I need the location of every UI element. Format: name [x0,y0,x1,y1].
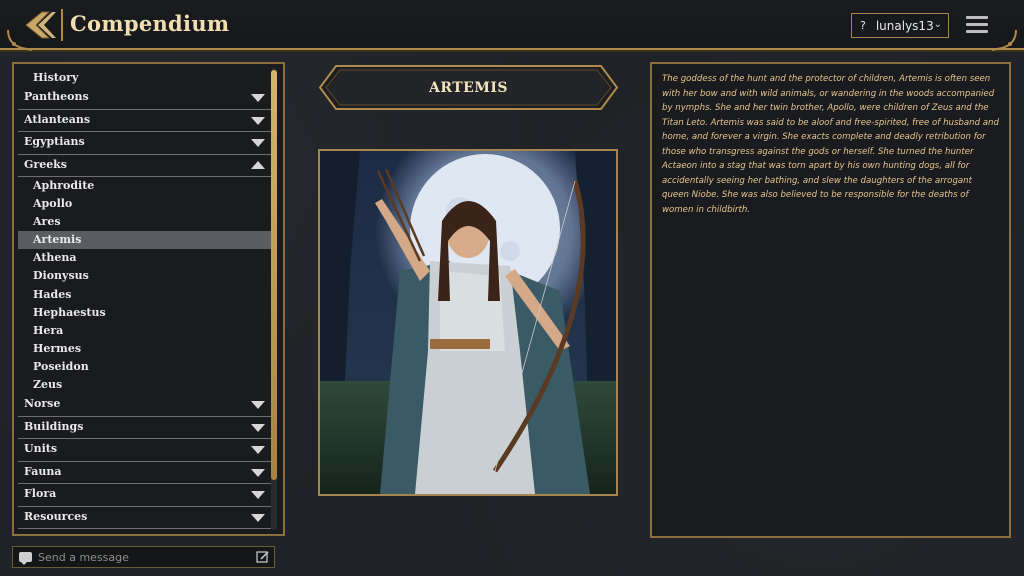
nav-category-units[interactable]: Units [18,439,271,462]
nav-item-apollo-label: Apollo [33,197,73,211]
nav-item-poseidon[interactable]: Poseidon [18,358,271,376]
chevron-down-icon [251,116,265,125]
chevron-down-icon [251,423,265,432]
god-description: The goddess of the hunt and the protecto… [662,74,999,215]
nav-item-hera-label: Hera [33,323,64,337]
nav-item-history[interactable]: History [18,68,271,87]
compendium-nav-panel: History Pantheons Atlanteans Egyptians Greek… [12,62,285,536]
corner-ornament-icon [991,30,1017,51]
nav-category-pantheons-label: Pantheons [24,90,89,103]
nav-category-atlanteans[interactable]: Atlanteans [18,110,271,132]
nav-category-norse-label: Norse [24,397,61,411]
nav-scrollbar[interactable] [271,68,277,530]
nav-item-aphrodite-label: Aphrodite [33,179,95,192]
chevron-down-icon [251,446,265,455]
nav-category-fauna[interactable]: Fauna [18,462,271,485]
chevron-down-icon [251,401,265,410]
nav-category-buildings[interactable]: Buildings [18,417,271,440]
nav-category-flora[interactable]: Flora [18,484,271,507]
hamburger-menu-icon[interactable] [966,16,988,34]
nav-item-hermes[interactable]: Hermes [18,340,271,358]
nav-item-hades[interactable]: Hades [18,286,271,304]
chevron-down-icon [251,513,265,522]
compose-icon[interactable] [256,550,270,564]
help-icon: ? [860,19,866,32]
nav-list: History Pantheons Atlanteans Egyptians Greek… [18,68,271,530]
chat-bubble-icon [19,552,32,565]
scrollbar-thumb[interactable] [271,70,277,480]
god-name: ARTEMIS [429,79,508,96]
nav-item-dionysus-label: Dionysus [33,269,89,283]
nav-item-athena[interactable]: Athena [18,249,271,267]
nav-item-ares[interactable]: Ares [18,213,271,231]
nav-item-artemis-label: Artemis [33,233,82,247]
nav-category-egyptians[interactable]: Egyptians [18,132,271,155]
corner-ornament-icon [7,30,33,51]
nav-category-egyptians-label: Egyptians [24,135,85,148]
chevron-down-icon: ⌄ [933,19,942,30]
chat-bar [12,546,275,568]
nav-item-dionysus[interactable]: Dionysus [18,267,271,285]
nav-category-buildings-label: Buildings [24,419,84,433]
chevron-down-icon [251,94,265,102]
nav-item-zeus-label: Zeus [33,378,63,392]
nav-item-hephaestus-label: Hephaestus [33,305,106,319]
nav-item-history-label: History [33,71,79,84]
nav-category-norse[interactable]: Norse [18,394,271,417]
top-bar: Compendium ? lunalys13 ⌄ [0,0,1024,51]
description-panel: The goddess of the hunt and the protecto… [650,62,1011,538]
chevron-down-icon [251,468,265,477]
nav-item-hades-label: Hades [33,287,72,301]
nav-item-zeus[interactable]: Zeus [18,376,271,394]
nav-item-poseidon-label: Poseidon [33,359,89,373]
nav-category-greeks[interactable]: Greeks [18,155,271,177]
nav-category-flora-label: Flora [24,487,57,501]
nav-item-ares-label: Ares [33,215,61,229]
nav-item-athena-label: Athena [33,251,77,265]
nav-item-apollo[interactable]: Apollo [18,195,271,213]
god-portrait [318,149,618,496]
nav-item-hera[interactable]: Hera [18,322,271,340]
chevron-down-icon [251,139,265,147]
nav-category-pantheons[interactable]: Pantheons [18,87,271,110]
nav-item-hephaestus[interactable]: Hephaestus [18,304,271,322]
nav-item-artemis[interactable]: Artemis [18,231,271,250]
nav-category-resources[interactable]: Resources [18,507,271,530]
chevron-down-icon [251,491,265,500]
nav-category-units-label: Units [24,442,58,456]
nav-category-greeks-label: Greeks [24,157,68,171]
nav-category-atlanteans-label: Atlanteans [24,112,91,126]
page-title: Compendium [70,11,230,36]
nav-category-resources-label: Resources [24,509,88,523]
chevron-up-icon [251,160,265,169]
nav-item-aphrodite[interactable]: Aphrodite [18,177,271,195]
name-banner: ARTEMIS [318,64,619,111]
user-dropdown[interactable]: ? lunalys13 ⌄ [851,13,949,38]
header-divider [61,9,63,41]
chat-input[interactable] [38,548,248,566]
username-label: lunalys13 [875,18,934,33]
nav-category-fauna-label: Fauna [24,464,62,478]
nav-item-hermes-label: Hermes [33,341,82,355]
